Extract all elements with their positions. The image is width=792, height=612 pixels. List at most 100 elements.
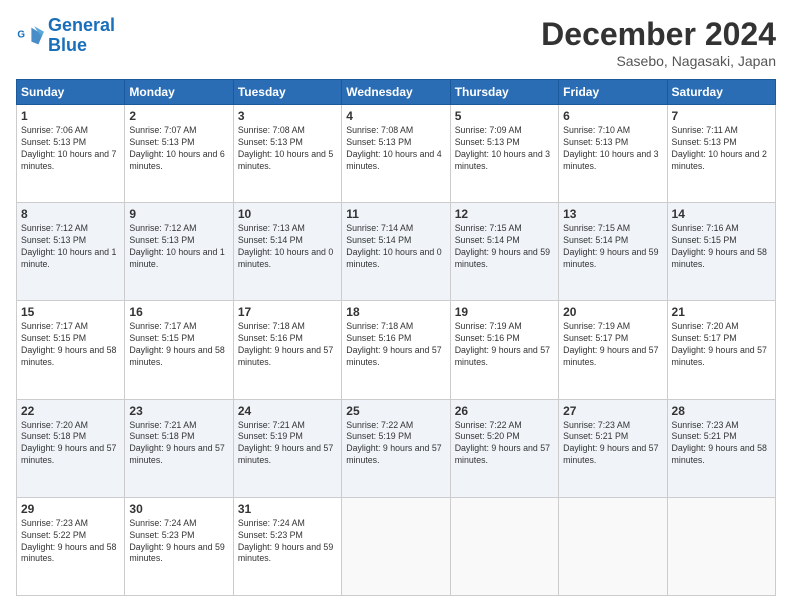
table-row: 16 Sunrise: 7:17 AM Sunset: 5:15 PM Dayl… <box>125 301 233 399</box>
table-row: 5 Sunrise: 7:09 AM Sunset: 5:13 PM Dayli… <box>450 105 558 203</box>
day-number: 30 <box>129 502 228 516</box>
calendar-week-row-1: 1 Sunrise: 7:06 AM Sunset: 5:13 PM Dayli… <box>17 105 776 203</box>
day-number: 8 <box>21 207 120 221</box>
day-info: Sunrise: 7:20 AM Sunset: 5:18 PM Dayligh… <box>21 420 120 468</box>
day-info: Sunrise: 7:15 AM Sunset: 5:14 PM Dayligh… <box>563 223 662 271</box>
table-row: 7 Sunrise: 7:11 AM Sunset: 5:13 PM Dayli… <box>667 105 775 203</box>
table-row: 3 Sunrise: 7:08 AM Sunset: 5:13 PM Dayli… <box>233 105 341 203</box>
day-number: 14 <box>672 207 771 221</box>
table-row: 1 Sunrise: 7:06 AM Sunset: 5:13 PM Dayli… <box>17 105 125 203</box>
table-row: 9 Sunrise: 7:12 AM Sunset: 5:13 PM Dayli… <box>125 203 233 301</box>
col-monday: Monday <box>125 80 233 105</box>
header: G General Blue December 2024 Sasebo, Nag… <box>16 16 776 69</box>
day-number: 28 <box>672 404 771 418</box>
logo: G General Blue <box>16 16 115 56</box>
day-number: 2 <box>129 109 228 123</box>
day-number: 7 <box>672 109 771 123</box>
day-number: 5 <box>455 109 554 123</box>
table-row: 28 Sunrise: 7:23 AM Sunset: 5:21 PM Dayl… <box>667 399 775 497</box>
day-number: 16 <box>129 305 228 319</box>
day-number: 20 <box>563 305 662 319</box>
day-number: 13 <box>563 207 662 221</box>
day-number: 10 <box>238 207 337 221</box>
page: G General Blue December 2024 Sasebo, Nag… <box>0 0 792 612</box>
table-row: 20 Sunrise: 7:19 AM Sunset: 5:17 PM Dayl… <box>559 301 667 399</box>
day-number: 1 <box>21 109 120 123</box>
table-row: 10 Sunrise: 7:13 AM Sunset: 5:14 PM Dayl… <box>233 203 341 301</box>
day-number: 9 <box>129 207 228 221</box>
day-info: Sunrise: 7:07 AM Sunset: 5:13 PM Dayligh… <box>129 125 228 173</box>
table-row: 31 Sunrise: 7:24 AM Sunset: 5:23 PM Dayl… <box>233 497 341 595</box>
day-info: Sunrise: 7:22 AM Sunset: 5:20 PM Dayligh… <box>455 420 554 468</box>
day-number: 11 <box>346 207 445 221</box>
table-row <box>450 497 558 595</box>
calendar-table: Sunday Monday Tuesday Wednesday Thursday… <box>16 79 776 596</box>
day-number: 18 <box>346 305 445 319</box>
table-row: 2 Sunrise: 7:07 AM Sunset: 5:13 PM Dayli… <box>125 105 233 203</box>
day-number: 22 <box>21 404 120 418</box>
day-number: 21 <box>672 305 771 319</box>
logo-line2: Blue <box>48 35 87 55</box>
day-info: Sunrise: 7:18 AM Sunset: 5:16 PM Dayligh… <box>238 321 337 369</box>
table-row: 18 Sunrise: 7:18 AM Sunset: 5:16 PM Dayl… <box>342 301 450 399</box>
logo-text: General Blue <box>48 16 115 56</box>
table-row: 24 Sunrise: 7:21 AM Sunset: 5:19 PM Dayl… <box>233 399 341 497</box>
day-info: Sunrise: 7:18 AM Sunset: 5:16 PM Dayligh… <box>346 321 445 369</box>
day-info: Sunrise: 7:08 AM Sunset: 5:13 PM Dayligh… <box>346 125 445 173</box>
table-row: 17 Sunrise: 7:18 AM Sunset: 5:16 PM Dayl… <box>233 301 341 399</box>
table-row: 8 Sunrise: 7:12 AM Sunset: 5:13 PM Dayli… <box>17 203 125 301</box>
table-row: 29 Sunrise: 7:23 AM Sunset: 5:22 PM Dayl… <box>17 497 125 595</box>
table-row: 19 Sunrise: 7:19 AM Sunset: 5:16 PM Dayl… <box>450 301 558 399</box>
day-info: Sunrise: 7:20 AM Sunset: 5:17 PM Dayligh… <box>672 321 771 369</box>
day-number: 29 <box>21 502 120 516</box>
day-info: Sunrise: 7:21 AM Sunset: 5:18 PM Dayligh… <box>129 420 228 468</box>
day-info: Sunrise: 7:09 AM Sunset: 5:13 PM Dayligh… <box>455 125 554 173</box>
title-block: December 2024 Sasebo, Nagasaki, Japan <box>541 16 776 69</box>
table-row <box>342 497 450 595</box>
logo-icon: G <box>16 22 44 50</box>
day-number: 26 <box>455 404 554 418</box>
day-info: Sunrise: 7:23 AM Sunset: 5:22 PM Dayligh… <box>21 518 120 566</box>
day-info: Sunrise: 7:06 AM Sunset: 5:13 PM Dayligh… <box>21 125 120 173</box>
day-info: Sunrise: 7:17 AM Sunset: 5:15 PM Dayligh… <box>129 321 228 369</box>
table-row <box>667 497 775 595</box>
table-row: 4 Sunrise: 7:08 AM Sunset: 5:13 PM Dayli… <box>342 105 450 203</box>
month-title: December 2024 <box>541 16 776 53</box>
col-saturday: Saturday <box>667 80 775 105</box>
table-row: 26 Sunrise: 7:22 AM Sunset: 5:20 PM Dayl… <box>450 399 558 497</box>
day-info: Sunrise: 7:14 AM Sunset: 5:14 PM Dayligh… <box>346 223 445 271</box>
day-info: Sunrise: 7:12 AM Sunset: 5:13 PM Dayligh… <box>21 223 120 271</box>
table-row: 30 Sunrise: 7:24 AM Sunset: 5:23 PM Dayl… <box>125 497 233 595</box>
day-number: 3 <box>238 109 337 123</box>
day-info: Sunrise: 7:10 AM Sunset: 5:13 PM Dayligh… <box>563 125 662 173</box>
table-row: 6 Sunrise: 7:10 AM Sunset: 5:13 PM Dayli… <box>559 105 667 203</box>
day-info: Sunrise: 7:23 AM Sunset: 5:21 PM Dayligh… <box>672 420 771 468</box>
table-row: 13 Sunrise: 7:15 AM Sunset: 5:14 PM Dayl… <box>559 203 667 301</box>
day-number: 19 <box>455 305 554 319</box>
day-number: 6 <box>563 109 662 123</box>
table-row: 23 Sunrise: 7:21 AM Sunset: 5:18 PM Dayl… <box>125 399 233 497</box>
col-sunday: Sunday <box>17 80 125 105</box>
day-number: 15 <box>21 305 120 319</box>
table-row <box>559 497 667 595</box>
day-info: Sunrise: 7:24 AM Sunset: 5:23 PM Dayligh… <box>129 518 228 566</box>
table-row: 14 Sunrise: 7:16 AM Sunset: 5:15 PM Dayl… <box>667 203 775 301</box>
day-info: Sunrise: 7:16 AM Sunset: 5:15 PM Dayligh… <box>672 223 771 271</box>
day-number: 17 <box>238 305 337 319</box>
day-number: 12 <box>455 207 554 221</box>
day-info: Sunrise: 7:13 AM Sunset: 5:14 PM Dayligh… <box>238 223 337 271</box>
calendar-week-row-4: 22 Sunrise: 7:20 AM Sunset: 5:18 PM Dayl… <box>17 399 776 497</box>
col-thursday: Thursday <box>450 80 558 105</box>
table-row: 22 Sunrise: 7:20 AM Sunset: 5:18 PM Dayl… <box>17 399 125 497</box>
svg-text:G: G <box>17 29 25 40</box>
table-row: 25 Sunrise: 7:22 AM Sunset: 5:19 PM Dayl… <box>342 399 450 497</box>
day-info: Sunrise: 7:08 AM Sunset: 5:13 PM Dayligh… <box>238 125 337 173</box>
day-info: Sunrise: 7:11 AM Sunset: 5:13 PM Dayligh… <box>672 125 771 173</box>
day-info: Sunrise: 7:19 AM Sunset: 5:16 PM Dayligh… <box>455 321 554 369</box>
table-row: 11 Sunrise: 7:14 AM Sunset: 5:14 PM Dayl… <box>342 203 450 301</box>
day-number: 23 <box>129 404 228 418</box>
day-info: Sunrise: 7:23 AM Sunset: 5:21 PM Dayligh… <box>563 420 662 468</box>
day-info: Sunrise: 7:17 AM Sunset: 5:15 PM Dayligh… <box>21 321 120 369</box>
day-info: Sunrise: 7:24 AM Sunset: 5:23 PM Dayligh… <box>238 518 337 566</box>
day-number: 27 <box>563 404 662 418</box>
